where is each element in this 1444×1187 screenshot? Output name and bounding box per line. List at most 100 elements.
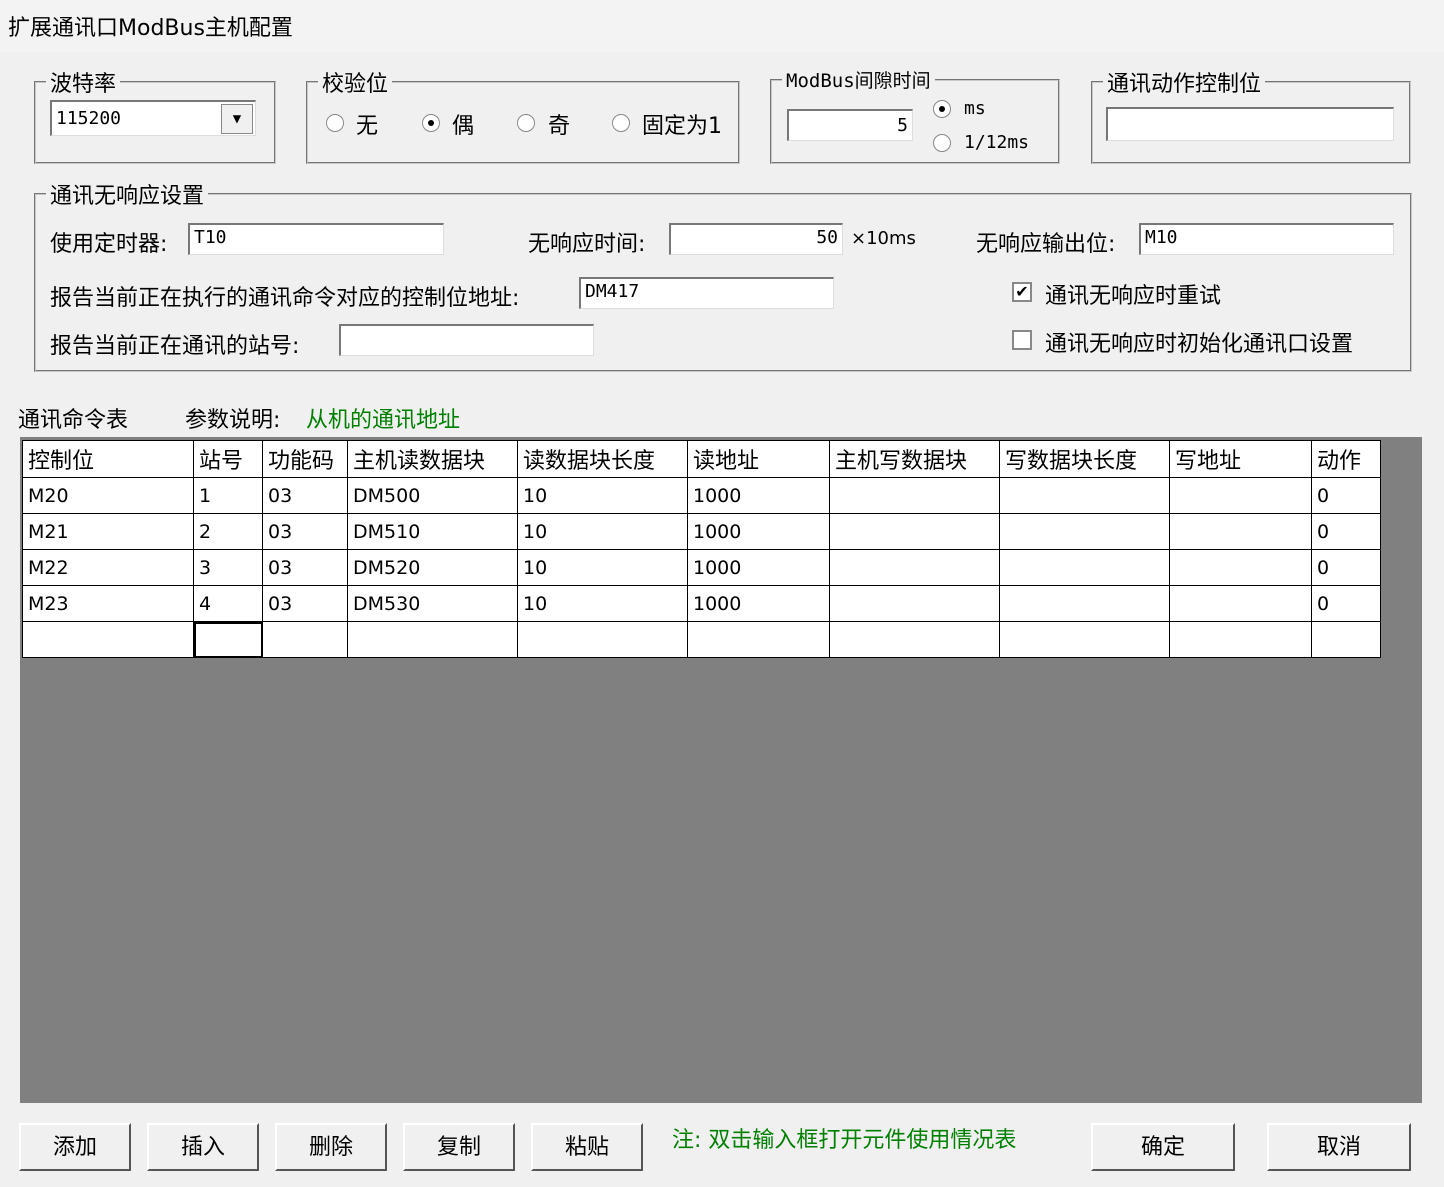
table-cell[interactable]: DM530 [347,585,518,622]
table-cell[interactable]: 0 [1311,477,1381,514]
gap-radio-12ms[interactable] [933,134,951,152]
table-cell[interactable] [22,621,194,658]
ok-button[interactable]: 确定 [1091,1123,1235,1171]
insert-button[interactable]: 插入 [147,1123,259,1171]
table-cell[interactable]: 1000 [687,585,830,622]
column-header[interactable]: 主机写数据块 [829,440,1000,478]
table-cell[interactable]: 03 [262,549,348,586]
table-cell[interactable] [1169,513,1312,550]
table-cell[interactable]: 1000 [687,513,830,550]
table-cell[interactable] [193,621,263,658]
table-cell[interactable]: 3 [193,549,263,586]
table-cell[interactable]: 10 [517,477,688,514]
table-cell[interactable] [687,621,830,658]
column-header[interactable]: 控制位 [22,440,194,478]
time-input[interactable]: 50 [669,223,843,255]
table-cell[interactable]: 1000 [687,549,830,586]
table-cell[interactable]: 4 [193,585,263,622]
column-header[interactable]: 主机读数据块 [347,440,518,478]
column-header[interactable]: 写数据块长度 [999,440,1170,478]
table-cell[interactable] [1169,477,1312,514]
parity-radio-even[interactable] [422,114,440,132]
table-cell[interactable] [829,477,1000,514]
column-header[interactable]: 功能码 [262,440,348,478]
table-cell[interactable] [1169,549,1312,586]
table-cell[interactable]: 10 [517,585,688,622]
copy-button[interactable]: 复制 [403,1123,515,1171]
chevron-down-icon[interactable]: ▼ [221,104,253,134]
gap-input[interactable]: 5 [787,109,913,141]
cancel-button[interactable]: 取消 [1267,1123,1411,1171]
table-cell[interactable]: M23 [22,585,194,622]
parity-radio-odd[interactable] [517,114,535,132]
table-cell[interactable]: M20 [22,477,194,514]
param-value: 从机的通讯地址 [306,408,461,433]
column-header[interactable]: 动作 [1311,440,1381,478]
table-cell[interactable]: 0 [1311,549,1381,586]
cmd-table-title: 通讯命令表 [18,408,129,433]
table-cell[interactable]: 03 [262,585,348,622]
parity-radio-none[interactable] [326,114,344,132]
table-cell[interactable] [1169,585,1312,622]
parity-label: 固定为1 [642,114,722,139]
action-ctrl-input[interactable] [1106,107,1394,141]
column-header[interactable]: 读地址 [687,440,830,478]
table-cell[interactable] [262,621,348,658]
table-cell[interactable]: 2 [193,513,263,550]
unit-label: ms [964,98,986,119]
table-cell[interactable]: M22 [22,549,194,586]
baud-select[interactable]: 115200 ▼ [50,100,256,136]
timer-label: 使用定时器: [50,232,168,257]
table-cell[interactable]: DM510 [347,513,518,550]
table-cell[interactable]: DM500 [347,477,518,514]
cmd-table[interactable]: 控制位 站号 功能码 主机读数据块 读数据块长度 读地址 主机写数据块 写数据块长度 写地址 动作… [22,440,1381,658]
table-cell[interactable]: 1 [193,477,263,514]
table-cell[interactable] [829,621,1000,658]
parity-label: 奇 [548,114,571,139]
param-label: 参数说明: [185,408,281,433]
table-cell[interactable] [999,621,1170,658]
timer-input[interactable]: T10 [188,223,444,255]
table-cell[interactable] [829,549,1000,586]
report-station-input[interactable] [339,324,594,356]
table-cell[interactable]: M21 [22,513,194,550]
table-cell[interactable] [1169,621,1312,658]
table-cell[interactable] [999,477,1170,514]
add-button[interactable]: 添加 [19,1123,131,1171]
table-row[interactable]: M21 2 03 DM510 10 1000 0 [22,513,1381,550]
table-cell[interactable]: 10 [517,513,688,550]
parity-legend: 校验位 [322,72,389,97]
column-header[interactable]: 站号 [193,440,263,478]
table-cell[interactable] [829,585,1000,622]
table-cell[interactable]: 03 [262,477,348,514]
reinit-checkbox[interactable] [1012,330,1032,350]
baud-legend: 波特率 [50,72,117,97]
table-cell[interactable] [999,513,1170,550]
table-row[interactable]: M23 4 03 DM530 10 1000 0 [22,585,1381,622]
table-row[interactable]: M20 1 03 DM500 10 1000 0 [22,477,1381,514]
table-row[interactable]: M22 3 03 DM520 10 1000 0 [22,549,1381,586]
table-cell[interactable] [1311,621,1381,658]
table-cell[interactable]: 0 [1311,513,1381,550]
table-cell[interactable]: 0 [1311,585,1381,622]
gap-legend: ModBus间隙时间 [786,70,931,92]
out-input[interactable]: M10 [1139,223,1394,255]
table-cell[interactable] [999,585,1170,622]
table-cell[interactable]: DM520 [347,549,518,586]
parity-radio-fixed1[interactable] [612,114,630,132]
delete-button[interactable]: 删除 [275,1123,387,1171]
table-row[interactable] [22,621,1381,658]
table-cell[interactable] [999,549,1170,586]
paste-button[interactable]: 粘贴 [531,1123,643,1171]
column-header[interactable]: 写地址 [1169,440,1312,478]
table-cell[interactable]: 10 [517,549,688,586]
table-cell[interactable] [347,621,518,658]
report-ctrl-input[interactable]: DM417 [579,277,834,309]
gap-radio-ms[interactable] [933,100,951,118]
table-cell[interactable] [517,621,688,658]
retry-checkbox[interactable]: ✔ [1012,282,1032,302]
table-cell[interactable]: 1000 [687,477,830,514]
table-cell[interactable]: 03 [262,513,348,550]
table-cell[interactable] [829,513,1000,550]
column-header[interactable]: 读数据块长度 [517,440,688,478]
